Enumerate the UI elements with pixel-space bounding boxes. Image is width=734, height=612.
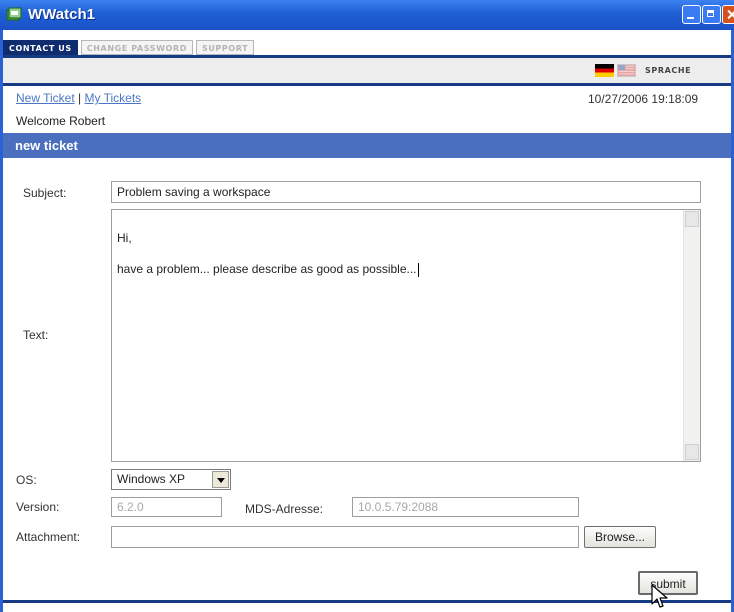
- language-bar: SPRACHE: [3, 58, 731, 86]
- title-bar: WWatch1: [0, 0, 734, 30]
- os-select[interactable]: Windows XP: [111, 469, 231, 490]
- subject-label: Subject:: [23, 186, 67, 200]
- app-window: WWatch1 CONTACT US CHANGE PASSWORD SUPPO…: [0, 0, 734, 612]
- close-button[interactable]: [722, 5, 734, 24]
- mds-address-label: MDS-Adresse:: [245, 502, 324, 516]
- version-field: 6.2.0: [111, 497, 222, 517]
- bottom-divider: [3, 600, 731, 603]
- subject-input[interactable]: Problem saving a workspace: [111, 181, 701, 203]
- new-ticket-link[interactable]: New Ticket: [16, 91, 75, 105]
- attachment-label: Attachment:: [16, 530, 81, 544]
- maximize-button[interactable]: [702, 5, 721, 24]
- chevron-down-icon[interactable]: [212, 471, 229, 488]
- flag-uk-icon[interactable]: [617, 64, 636, 77]
- textarea-scrollbar[interactable]: [683, 210, 700, 461]
- flag-germany-icon[interactable]: [595, 64, 614, 77]
- mouse-cursor-icon: [651, 584, 668, 608]
- tab-change-password[interactable]: CHANGE PASSWORD: [80, 40, 193, 55]
- scroll-up-button[interactable]: [685, 211, 699, 227]
- section-header: new ticket: [3, 133, 731, 158]
- welcome-message: Welcome Robert: [16, 114, 106, 128]
- message-line: Hi,: [117, 231, 132, 245]
- language-label[interactable]: SPRACHE: [645, 66, 691, 75]
- current-datetime: 10/27/2006 19:18:09: [588, 92, 699, 106]
- tab-support[interactable]: SUPPORT: [195, 40, 255, 55]
- nav-separator: |: [78, 91, 82, 105]
- browse-button[interactable]: Browse...: [584, 526, 656, 548]
- version-label: Version:: [16, 500, 60, 514]
- os-label: OS:: [16, 473, 37, 487]
- text-label: Text:: [23, 328, 49, 342]
- os-selected-value: Windows XP: [117, 472, 186, 486]
- scroll-down-button[interactable]: [685, 444, 699, 460]
- message-line-text: have a problem... please describe as goo…: [117, 262, 417, 276]
- message-line: have a problem... please describe as goo…: [117, 262, 419, 277]
- text-caret: [417, 262, 419, 277]
- window-title: WWatch1: [28, 6, 95, 23]
- top-tabs: CONTACT US CHANGE PASSWORD SUPPORT: [3, 40, 257, 55]
- attachment-input[interactable]: [111, 526, 579, 548]
- my-tickets-link[interactable]: My Tickets: [85, 91, 142, 105]
- tab-contact-us[interactable]: CONTACT US: [3, 40, 78, 55]
- message-textarea[interactable]: Hi, have a problem... please describe as…: [111, 209, 701, 462]
- mds-address-field: 10.0.5.79:2088: [352, 497, 579, 517]
- minimize-button[interactable]: [682, 5, 701, 24]
- ticket-nav: New Ticket | My Tickets: [16, 91, 141, 105]
- app-icon: [6, 7, 22, 21]
